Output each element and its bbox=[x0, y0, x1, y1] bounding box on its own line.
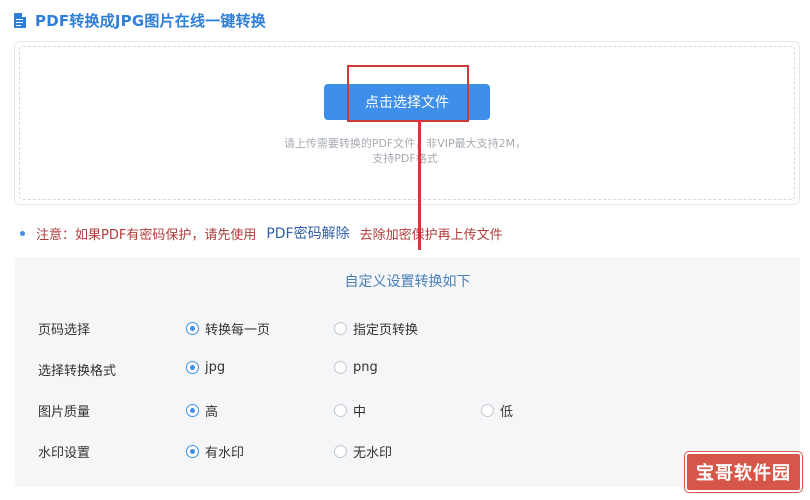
radio-unselected-icon bbox=[481, 404, 494, 417]
password-notice: 注意：如果PDF有密码保护，请先使用 PDF密码解除 去除加密保护再上传文件 bbox=[20, 222, 503, 244]
option-label: jpg bbox=[205, 360, 226, 375]
radio-specified-pages[interactable]: 指定页转换 bbox=[334, 319, 418, 338]
notice-suffix: 去除加密保护再上传文件 bbox=[359, 227, 503, 243]
option-label: png bbox=[353, 360, 378, 375]
site-watermark-logo: 宝哥软件园 bbox=[685, 452, 802, 492]
upload-hint-line1: 请上传需要转换的PDF文件，非VIP最大支持2M， bbox=[283, 137, 527, 150]
radio-format-jpg[interactable]: jpg bbox=[186, 360, 225, 375]
quality-label: 图片质量 bbox=[38, 405, 91, 420]
option-label: 高 bbox=[205, 405, 219, 420]
settings-title: 自定义设置转换如下 bbox=[344, 274, 471, 290]
watermark-setting-label: 水印设置 bbox=[38, 446, 91, 461]
upload-hint-line2: 支持PDF格式 bbox=[372, 152, 438, 165]
radio-selected-icon bbox=[186, 404, 199, 417]
bullet-icon bbox=[20, 230, 25, 236]
format-label: 选择转换格式 bbox=[38, 364, 117, 379]
option-label: 有水印 bbox=[205, 446, 245, 461]
radio-selected-icon bbox=[186, 361, 199, 374]
radio-format-png[interactable]: png bbox=[334, 360, 378, 375]
option-label: 低 bbox=[500, 405, 514, 420]
settings-panel: 自定义设置转换如下 页码选择 转换每一页 指定页转换 选择转换格式 jpg pn… bbox=[15, 257, 800, 487]
radio-without-watermark[interactable]: 无水印 bbox=[334, 442, 392, 461]
page-range-label: 页码选择 bbox=[38, 323, 91, 338]
pdf-password-remove-link[interactable]: PDF密码解除 bbox=[266, 223, 349, 243]
page-title: PDF转换成JPG图片在线一键转换 bbox=[35, 11, 266, 30]
radio-selected-icon bbox=[186, 445, 199, 458]
radio-unselected-icon bbox=[334, 404, 347, 417]
option-label: 转换每一页 bbox=[205, 323, 271, 338]
radio-selected-icon bbox=[186, 322, 199, 335]
option-label: 中 bbox=[353, 405, 367, 420]
radio-quality-high[interactable]: 高 bbox=[186, 401, 218, 420]
radio-unselected-icon bbox=[334, 322, 347, 335]
radio-convert-every-page[interactable]: 转换每一页 bbox=[186, 319, 270, 338]
option-label: 无水印 bbox=[353, 446, 393, 461]
annotation-highlight-box bbox=[347, 65, 469, 122]
radio-with-watermark[interactable]: 有水印 bbox=[186, 442, 244, 461]
radio-unselected-icon bbox=[334, 445, 347, 458]
document-icon bbox=[14, 12, 26, 28]
radio-quality-low[interactable]: 低 bbox=[481, 401, 513, 420]
radio-unselected-icon bbox=[334, 361, 347, 374]
notice-prefix: 注意：如果PDF有密码保护，请先使用 bbox=[36, 227, 257, 243]
option-label: 指定页转换 bbox=[353, 323, 419, 338]
page-header: PDF转换成JPG图片在线一键转换 bbox=[14, 8, 266, 32]
radio-quality-medium[interactable]: 中 bbox=[334, 401, 366, 420]
